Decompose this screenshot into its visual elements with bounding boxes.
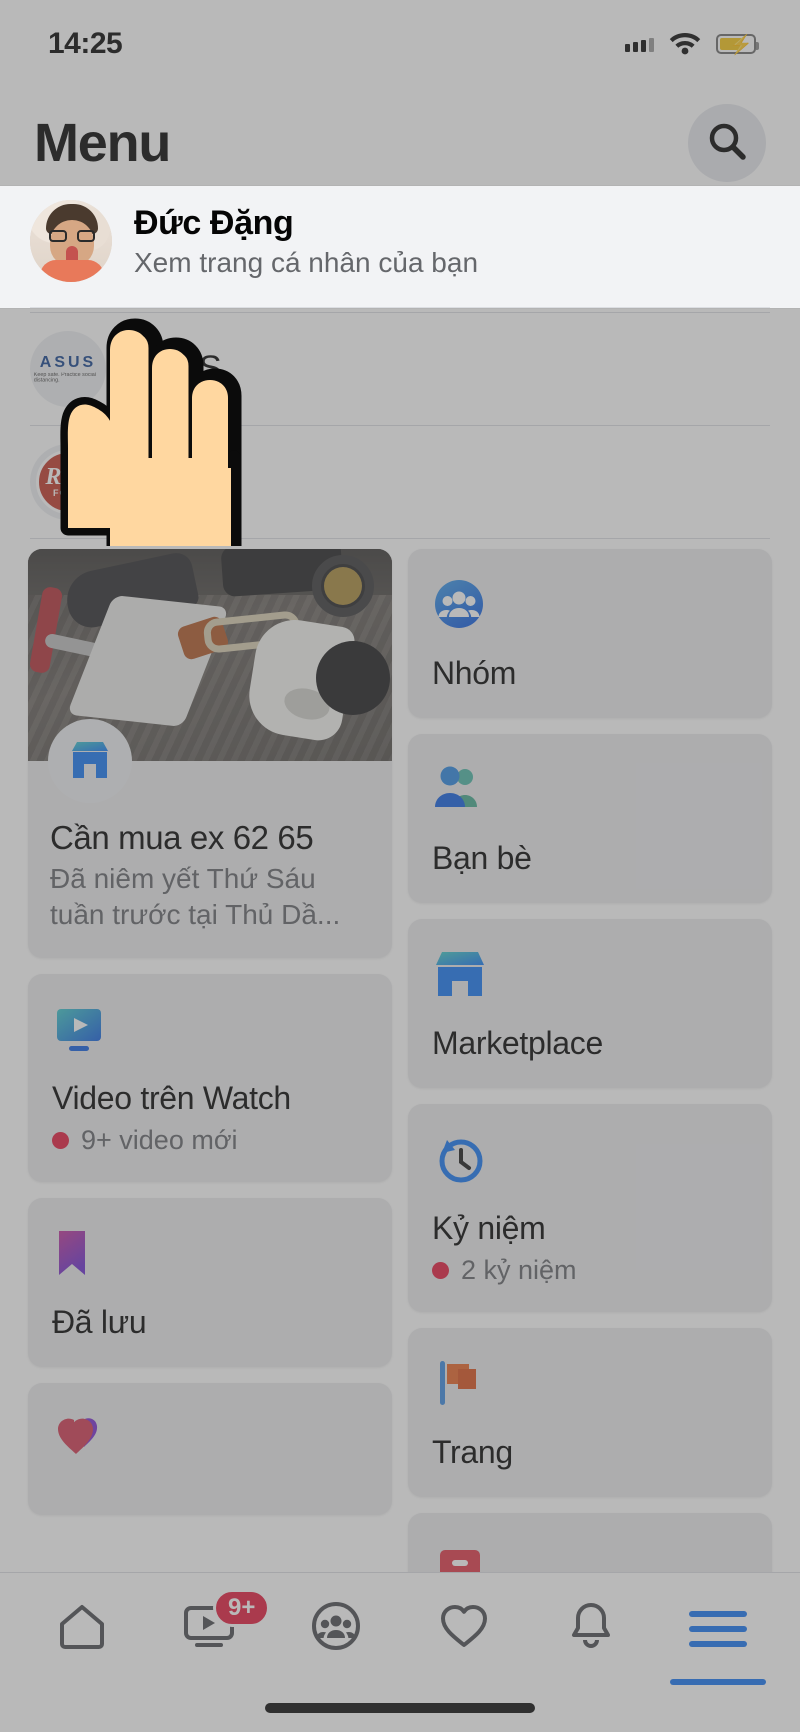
groups-icon	[432, 575, 748, 633]
nav-notifications[interactable]	[543, 1587, 639, 1671]
tile-da-luu[interactable]: Đã lưu	[28, 1198, 392, 1368]
nav-active-indicator	[670, 1678, 767, 1685]
page-header: Menu	[0, 88, 800, 198]
notifications-bell-icon	[566, 1600, 616, 1657]
nav-menu[interactable]	[670, 1587, 767, 1685]
tile-label: Nhóm	[432, 654, 517, 691]
events-icon	[432, 1539, 748, 1573]
marketplace-listing-card[interactable]: Cần mua ex 62 65 Đã niêm yết Thứ Sáu tuầ…	[28, 548, 392, 959]
nav-home[interactable]	[34, 1587, 130, 1671]
unread-dot	[432, 1261, 449, 1279]
status-bar: 14:25 ⚡	[0, 0, 800, 88]
tile-ban-be[interactable]: Bạn bè	[408, 733, 772, 903]
pointing-hand-cursor	[52, 288, 262, 556]
groups-icon	[309, 1599, 363, 1658]
saved-bookmark-icon	[52, 1224, 368, 1282]
nav-dating[interactable]	[416, 1587, 512, 1671]
tile-label: Trang	[432, 1433, 513, 1470]
dating-hearts-icon	[52, 1409, 368, 1467]
listing-subtitle: Đã niêm yết Thứ Sáu tuần trước tại Thủ D…	[50, 862, 341, 930]
tile-events[interactable]	[408, 1512, 772, 1573]
search-button[interactable]	[688, 104, 766, 182]
status-time: 14:25	[48, 27, 123, 60]
wifi-icon	[668, 29, 702, 60]
bottom-navigation: 9+	[0, 1572, 800, 1685]
friends-icon	[432, 760, 748, 818]
tile-label: Marketplace	[432, 1024, 603, 1061]
tile-label: Video trên Watch	[52, 1080, 291, 1117]
tiles-column-right: Nhóm Bạn bè Marketplace Kỷ niệm 2 kỷ niệ…	[408, 548, 772, 1573]
tile-ky-niem[interactable]: Kỷ niệm 2 kỷ niệm	[408, 1103, 772, 1312]
tile-label: Kỷ niệm	[432, 1209, 546, 1246]
tile-dating[interactable]	[28, 1383, 392, 1516]
avatar	[30, 200, 112, 282]
tile-video-tren-watch[interactable]: Video trên Watch 9+ video mới	[28, 974, 392, 1183]
menu-hamburger-icon	[689, 1610, 748, 1647]
tile-nhom[interactable]: Nhóm	[408, 548, 772, 718]
nav-groups[interactable]	[288, 1587, 384, 1671]
listing-body: Cần mua ex 62 65 Đã niêm yết Thứ Sáu tuầ…	[28, 718, 392, 959]
unread-dot	[52, 1132, 69, 1150]
tile-marketplace[interactable]: Marketplace	[408, 918, 772, 1088]
marketplace-storefront-icon	[48, 718, 132, 803]
tile-trang[interactable]: Trang	[408, 1327, 772, 1497]
search-icon	[705, 119, 749, 168]
profile-subtitle-highlight: Xem trang cá nhân của bạn	[134, 246, 479, 278]
profile-name-highlight: Đức Đặng	[134, 203, 294, 242]
watch-badge: 9+	[212, 1588, 271, 1627]
memories-clock-icon	[432, 1130, 748, 1188]
battery-charging-icon: ⚡	[716, 34, 759, 56]
tiles-column-left: Cần mua ex 62 65 Đã niêm yết Thứ Sáu tuầ…	[28, 548, 392, 1572]
tile-label: Bạn bè	[432, 839, 532, 876]
tile-meta: 9+ video mới	[52, 1125, 368, 1156]
page-title: Menu	[34, 113, 171, 173]
menu-tiles-grid: Cần mua ex 62 65 Đã niêm yết Thứ Sáu tuầ…	[0, 539, 800, 1573]
marketplace-storefront-icon	[432, 945, 748, 1003]
pages-flag-icon	[432, 1354, 748, 1412]
cellular-signal-icon	[625, 36, 654, 52]
tile-meta-text: 2 kỷ niệm	[461, 1254, 577, 1285]
status-icons: ⚡	[625, 29, 759, 60]
dating-heart-icon	[437, 1601, 491, 1656]
watch-video-icon	[52, 1000, 368, 1058]
tile-meta: 2 kỷ niệm	[432, 1255, 748, 1286]
home-indicator	[0, 1684, 800, 1732]
tile-label: Đã lưu	[52, 1304, 147, 1341]
nav-watch[interactable]: 9+	[161, 1587, 271, 1671]
profile-text: Đức Đặng Xem trang cá nhân của bạn	[134, 204, 478, 279]
tile-meta-text: 9+ video mới	[81, 1125, 238, 1156]
home-icon	[56, 1600, 108, 1657]
